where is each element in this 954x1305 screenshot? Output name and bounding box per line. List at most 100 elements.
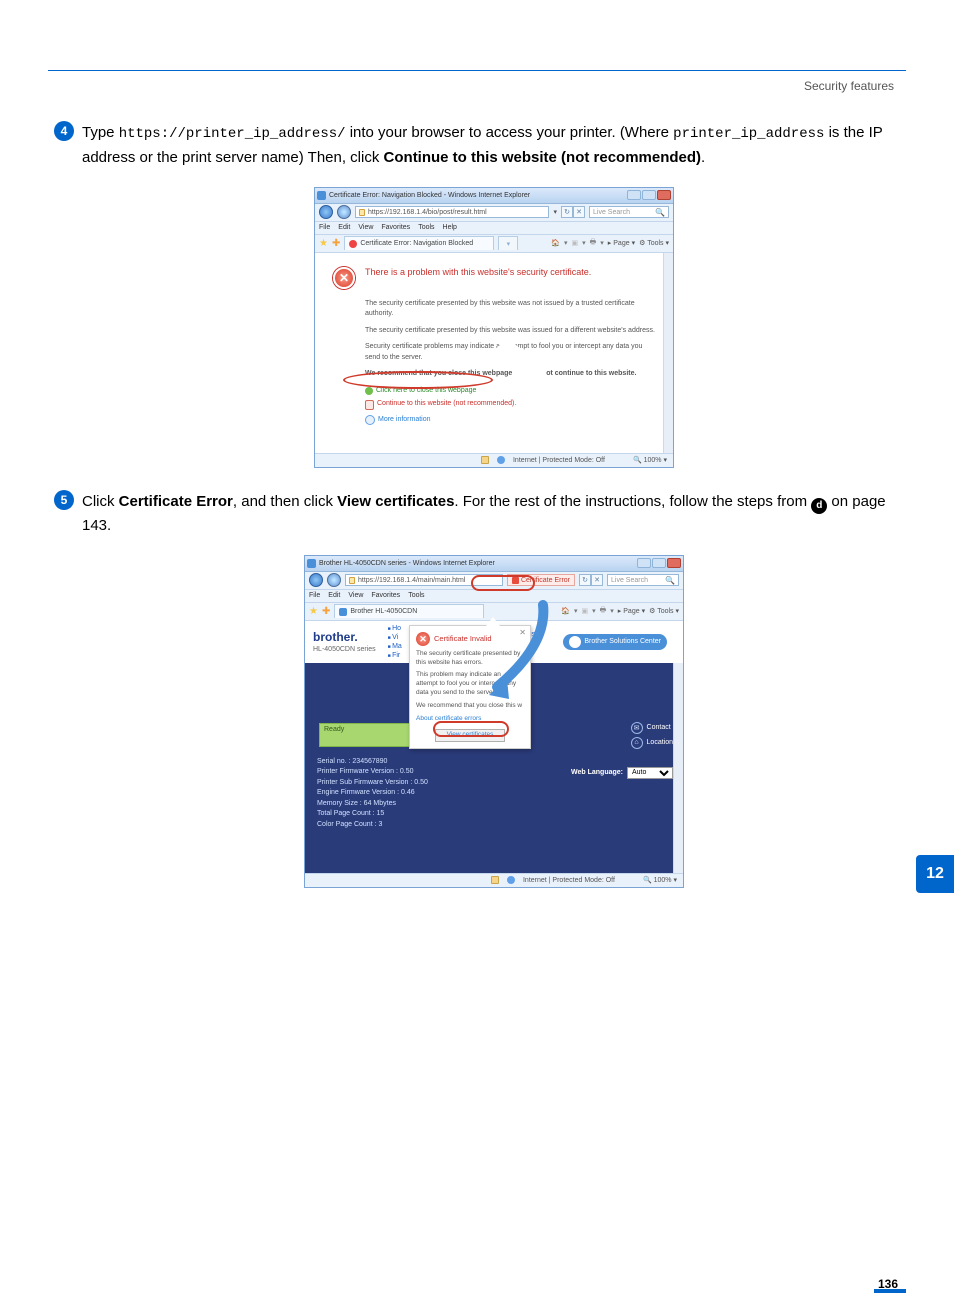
bold: View certificates xyxy=(337,493,454,510)
nav-links[interactable]: Ho Vi Ma Fir xyxy=(388,624,402,660)
contact-link[interactable]: Contact xyxy=(647,724,671,731)
new-tab-button[interactable]: ▾ xyxy=(498,236,518,250)
forward-button[interactable] xyxy=(327,573,341,587)
tab-label: Brother HL-4050CDN xyxy=(350,608,417,615)
menu-edit[interactable]: Edit xyxy=(328,592,340,599)
web-language-select[interactable]: Auto xyxy=(627,767,673,779)
code: https://printer_ip_address/ xyxy=(119,126,346,142)
text: Click xyxy=(82,493,119,510)
menu-file[interactable]: File xyxy=(319,224,330,231)
bold: Continue to this website (not recommende… xyxy=(384,149,702,166)
print-icon[interactable]: 🖶 xyxy=(600,606,607,617)
zone-icon xyxy=(497,456,505,464)
continue-link[interactable]: Continue to this website (not recommende… xyxy=(365,399,655,410)
step-5: 5 Click Certificate Error, and then clic… xyxy=(82,490,906,537)
url-text: https://192.168.1.4/bio/post/result.html xyxy=(368,209,487,216)
back-button[interactable] xyxy=(309,573,323,587)
model-label: HL-4050CDN series xyxy=(313,646,376,653)
tools-menu[interactable]: ⚙ Tools ▾ xyxy=(649,607,679,615)
scrollbar[interactable] xyxy=(673,663,683,873)
scrollbar[interactable] xyxy=(663,253,673,453)
stop-button[interactable]: ✕ xyxy=(573,206,585,218)
contact-icon[interactable]: ✉ xyxy=(631,722,643,734)
location-link[interactable]: Location xyxy=(647,739,673,746)
search-box[interactable]: Live Search 🔍 xyxy=(589,206,669,218)
favorites-star-icon[interactable]: ★ xyxy=(309,606,318,617)
menu-tools[interactable]: Tools xyxy=(408,592,424,599)
address-bar[interactable]: https://192.168.1.4/bio/post/result.html xyxy=(355,206,549,218)
callout-oval xyxy=(433,721,509,737)
menu-bar: File Edit View Favorites Tools Help xyxy=(315,222,673,235)
window-title: Brother HL-4050CDN series - Windows Inte… xyxy=(319,560,495,567)
lock-icon xyxy=(359,209,365,216)
refresh-button[interactable]: ↻ xyxy=(579,574,591,586)
add-favorite-icon[interactable]: ✚ xyxy=(322,606,330,617)
zoom-level[interactable]: 🔍 100% ▾ xyxy=(633,456,667,464)
page-header: Security features xyxy=(0,79,894,93)
forward-button[interactable] xyxy=(337,205,351,219)
search-icon[interactable]: 🔍 xyxy=(665,576,675,585)
brother-logo: brother. xyxy=(313,630,376,644)
close-button[interactable] xyxy=(667,558,681,568)
text: , and then click xyxy=(233,493,337,510)
home-icon[interactable]: 🏠 xyxy=(551,239,560,247)
chapter-tab: 12 xyxy=(916,855,954,893)
more-info-link[interactable]: More information xyxy=(365,415,655,426)
step-4: 4 Type https://printer_ip_address/ into … xyxy=(82,121,906,169)
add-favorite-icon[interactable]: ✚ xyxy=(332,238,340,249)
location-icon[interactable]: ⌂ xyxy=(631,737,643,749)
solutions-center-button[interactable]: Brother Solutions Center xyxy=(563,634,667,650)
maximize-button[interactable] xyxy=(642,190,656,200)
page-menu[interactable]: ▸ Page ▾ xyxy=(618,607,645,615)
status-ready: Ready xyxy=(319,723,419,747)
search-box[interactable]: Live Search 🔍 xyxy=(607,574,679,586)
menu-file[interactable]: File xyxy=(309,592,320,599)
menu-edit[interactable]: Edit xyxy=(338,224,350,231)
feeds-icon[interactable]: ▣ xyxy=(572,239,579,247)
window-title: Certificate Error: Navigation Blocked - … xyxy=(329,192,530,199)
callout-oval xyxy=(343,371,493,389)
print-icon[interactable]: 🖶 xyxy=(590,238,597,249)
page-menu[interactable]: ▸ Page ▾ xyxy=(608,239,635,247)
menu-tools[interactable]: Tools xyxy=(418,224,434,231)
cert-text: The security certificate presented by th… xyxy=(365,299,655,320)
callout-tail xyxy=(493,337,515,365)
browser-tab[interactable]: Certificate Error: Navigation Blocked xyxy=(344,236,494,250)
lock-icon xyxy=(349,577,355,584)
close-button[interactable] xyxy=(657,190,671,200)
back-button[interactable] xyxy=(319,205,333,219)
minimize-button[interactable] xyxy=(627,190,641,200)
web-language-label: Web Language: xyxy=(571,769,623,776)
ie-icon xyxy=(317,191,326,200)
refresh-button[interactable]: ↻ xyxy=(561,206,573,218)
zoom-level[interactable]: 🔍 100% ▾ xyxy=(643,876,677,884)
popup-title: Certificate Invalid xyxy=(434,634,492,644)
search-placeholder: Live Search xyxy=(593,209,630,216)
step-ref-badge: d xyxy=(811,498,827,514)
screenshot-cert-error: Certificate Error: Navigation Blocked - … xyxy=(314,187,674,468)
ssl-icon xyxy=(481,456,489,464)
minimize-button[interactable] xyxy=(637,558,651,568)
callout-oval xyxy=(471,575,535,591)
menu-favorites[interactable]: Favorites xyxy=(381,224,410,231)
menu-view[interactable]: View xyxy=(358,224,373,231)
menu-view[interactable]: View xyxy=(348,592,363,599)
favorites-star-icon[interactable]: ★ xyxy=(319,238,328,249)
cert-text: The security certificate presented by th… xyxy=(365,326,655,337)
status-zone: Internet | Protected Mode: Off xyxy=(513,457,605,464)
popup-text: We recommend that you close this w xyxy=(416,702,524,711)
text: into your browser to access your printer… xyxy=(346,124,674,141)
maximize-button[interactable] xyxy=(652,558,666,568)
stop-button[interactable]: ✕ xyxy=(591,574,603,586)
tools-menu[interactable]: ⚙ Tools ▾ xyxy=(639,239,669,247)
text: Type xyxy=(82,124,119,141)
home-icon[interactable]: 🏠 xyxy=(561,607,570,615)
menu-favorites[interactable]: Favorites xyxy=(371,592,400,599)
search-placeholder: Live Search xyxy=(611,577,648,584)
shield-error-icon: ✕ xyxy=(333,267,355,289)
feeds-icon[interactable]: ▣ xyxy=(582,607,589,615)
menu-help[interactable]: Help xyxy=(443,224,457,231)
search-icon[interactable]: 🔍 xyxy=(655,208,665,217)
browser-tab[interactable]: Brother HL-4050CDN xyxy=(334,604,484,618)
code: printer_ip_address xyxy=(673,126,824,142)
